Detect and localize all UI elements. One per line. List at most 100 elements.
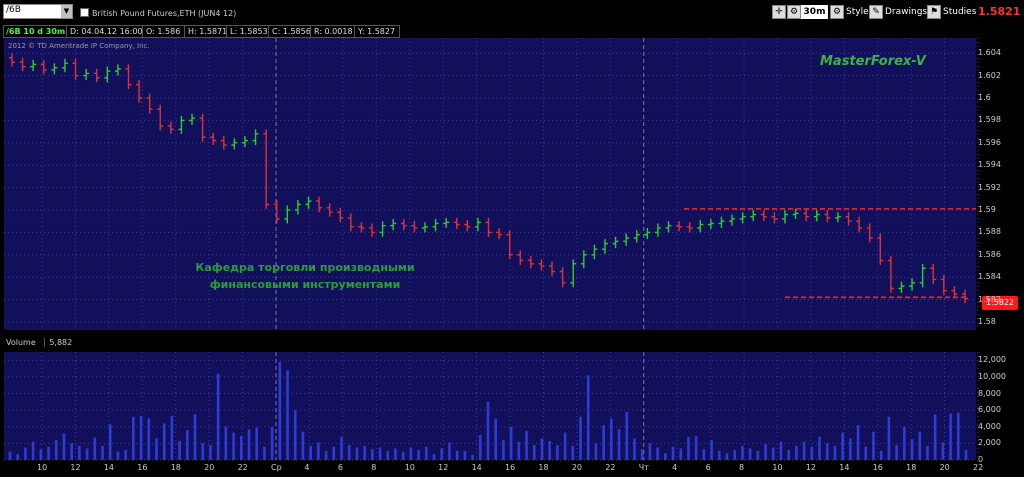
volume-bar — [833, 445, 837, 460]
volume-bar — [178, 440, 181, 460]
volume-bar — [39, 449, 43, 460]
volume-bar — [417, 450, 420, 460]
volume-bar — [687, 436, 690, 460]
volume-bar — [586, 375, 590, 460]
price-axis-tick: 1.584 — [978, 272, 1001, 282]
volume-bar — [162, 423, 166, 460]
volume-bar — [910, 439, 914, 460]
time-axis-tick: 12 — [70, 463, 81, 472]
volume-bar — [502, 440, 505, 460]
volume-bar — [517, 441, 521, 460]
volume-bar — [956, 412, 960, 460]
price-axis-tick: 1.602 — [978, 70, 1001, 80]
volume-bar — [216, 373, 220, 460]
volume-bar — [54, 440, 58, 460]
time-axis-tick: 4 — [672, 463, 678, 472]
copyright-text: 2012 © TD Ameritrade IP Company, Inc. — [8, 42, 150, 50]
volume-bar — [347, 445, 351, 460]
volume-bar — [293, 410, 297, 460]
volume-bar — [440, 448, 444, 460]
volume-label: Volume 5,882 — [6, 338, 73, 347]
volume-bar — [170, 415, 174, 460]
volume-bar — [317, 442, 320, 460]
volume-value: 5,882 — [44, 338, 73, 347]
time-axis-tick: 22 — [973, 463, 984, 472]
volume-bar — [363, 445, 366, 460]
volume-bar — [602, 425, 605, 460]
time-axis-tick: 16 — [872, 463, 883, 472]
volume-bar — [795, 445, 798, 460]
time-axis-tick: 14 — [839, 463, 850, 472]
time-axis-tick: 4 — [304, 463, 310, 472]
volume-bar — [494, 418, 498, 460]
volume-bar — [548, 440, 551, 460]
volume-bar — [617, 429, 621, 460]
volume-bar — [872, 431, 875, 460]
volume-bar — [525, 430, 528, 460]
volume-bar — [664, 453, 667, 460]
volume-bar — [263, 446, 266, 460]
volume-bar — [810, 446, 814, 460]
volume-bar — [278, 361, 282, 460]
volume-bar — [116, 451, 120, 460]
time-axis-tick: Чт — [638, 463, 649, 472]
volume-axis-tick: 6,000 — [978, 405, 1001, 415]
volume-bar — [101, 445, 104, 460]
volume-bar — [926, 445, 929, 460]
time-axis-tick: 16 — [137, 463, 148, 472]
volume-bar — [941, 442, 945, 460]
volume-bar — [355, 447, 359, 460]
price-axis-tick: 1.594 — [978, 160, 1001, 170]
volume-bar — [478, 435, 482, 460]
volume-bar — [378, 447, 382, 460]
volume-bar — [733, 450, 737, 460]
volume-bar — [879, 450, 883, 460]
volume-bar — [255, 427, 259, 460]
time-axis-tick: 8 — [739, 463, 745, 472]
volume-bar — [756, 450, 760, 460]
volume-bar — [887, 416, 891, 460]
price-chart[interactable] — [0, 0, 1024, 477]
volume-bar — [802, 441, 806, 460]
price-pane — [4, 38, 976, 330]
volume-axis-tick: 12,000 — [978, 355, 1006, 365]
volume-axis-tick: 2,000 — [978, 438, 1001, 448]
volume-bar — [825, 443, 829, 460]
volume-bar — [371, 449, 374, 460]
time-axis-tick: Ср — [271, 463, 282, 472]
time-axis-tick: 20 — [204, 463, 215, 472]
volume-bar — [47, 446, 50, 460]
time-axis-tick: 14 — [471, 463, 482, 472]
time-axis-tick: 12 — [438, 463, 449, 472]
volume-bar — [324, 450, 328, 460]
volume-bar — [771, 447, 775, 460]
volume-bar — [710, 440, 713, 460]
volume-bar — [309, 445, 312, 460]
volume-bar — [933, 414, 937, 460]
volume-bar — [841, 432, 844, 460]
volume-bar — [209, 445, 212, 460]
volume-bar — [610, 418, 613, 460]
volume-bar — [186, 430, 189, 460]
volume-bar — [448, 442, 451, 460]
volume-bar — [486, 401, 490, 460]
volume-bar — [818, 436, 821, 460]
volume-bar — [748, 448, 752, 460]
volume-bar — [286, 370, 289, 460]
volume-bar — [394, 448, 397, 460]
time-axis-tick: 22 — [605, 463, 616, 472]
volume-axis-tick: 4,000 — [978, 421, 1001, 431]
volume-bar — [532, 445, 536, 460]
time-axis-tick: 18 — [538, 463, 549, 472]
volume-bar — [139, 415, 143, 460]
time-axis-tick: 10 — [404, 463, 415, 472]
volume-bar — [432, 454, 436, 460]
volume-bar — [247, 429, 251, 460]
price-axis-tick: 1.586 — [978, 249, 1001, 259]
volume-bar — [409, 447, 413, 460]
volume-bar — [239, 435, 243, 460]
price-axis-tick: 1.596 — [978, 137, 1001, 147]
volume-bar — [895, 445, 898, 460]
volume-bar — [764, 444, 767, 460]
volume-bar — [455, 450, 459, 460]
